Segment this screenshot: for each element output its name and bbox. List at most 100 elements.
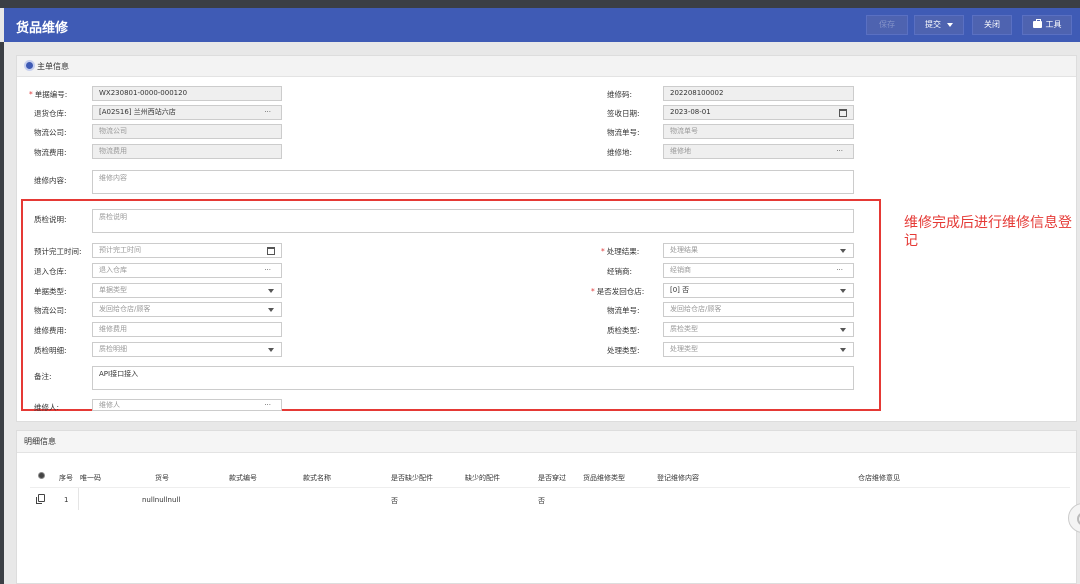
logistics-no2-field[interactable]: 发回给仓店/顾客 (663, 302, 854, 317)
tools-button[interactable]: 工具 (1022, 15, 1072, 35)
repair-content-field[interactable]: 维修内容 (92, 170, 854, 194)
logistics-company2-label: 物流公司: (34, 306, 67, 315)
dealer-field[interactable]: 经销商 ··· (663, 263, 854, 278)
tools-label: 工具 (1045, 20, 1062, 29)
process-result-select[interactable]: 处理结果 (663, 243, 854, 258)
row-worn[interactable]: 否 (538, 496, 545, 506)
col-worn: 是否穿过 (538, 474, 566, 482)
row-missing-parts[interactable]: 否 (391, 496, 398, 506)
receive-date-label: 签收日期: (607, 109, 640, 118)
qc-type-select[interactable]: 质检类型 (663, 322, 854, 337)
chevron-down-icon (840, 348, 846, 352)
logistics-no2-label: 物流单号: (607, 306, 640, 315)
col-store-opinion: 仓店维修意见 (858, 474, 900, 482)
doc-no-field[interactable]: WX230801-0000-000120 (92, 86, 282, 101)
receive-date-field[interactable]: 2023-08-01 (663, 105, 854, 120)
repair-fee-field[interactable]: 维修费用 (92, 322, 282, 337)
qc-detail-label: 质检明细: (34, 346, 67, 355)
chevron-down-icon (840, 328, 846, 332)
remark-label: 备注: (34, 372, 52, 381)
logistics-company-field[interactable]: 物流公司 (92, 124, 282, 139)
repair-content-label: 维修内容: (34, 176, 67, 185)
calendar-icon[interactable] (267, 247, 275, 255)
copy-icon[interactable] (36, 494, 45, 504)
col-style-name: 款式名称 (303, 474, 331, 482)
table-cell-divider (78, 488, 79, 510)
remark-field[interactable]: API接口接入 (92, 366, 854, 390)
chevron-down-icon (840, 249, 846, 253)
logistics-no-field[interactable]: 物流单号 (663, 124, 854, 139)
detail-header: 明细信息 (17, 431, 1076, 453)
process-type-label: 处理类型: (607, 346, 640, 355)
repair-code-field[interactable]: 202208100002 (663, 86, 854, 101)
repairer-label: 维修人: (34, 403, 60, 412)
page-header: 货品维修 保存 提交 关闭 工具 (4, 8, 1080, 42)
left-edge-bar (0, 42, 4, 584)
col-missing-part-name: 缺少的配件 (465, 474, 500, 482)
close-button[interactable]: 关闭 (972, 15, 1012, 35)
doc-type-select[interactable]: 单据类型 (92, 283, 282, 298)
repair-place-field[interactable]: 维修地 ··· (663, 144, 854, 159)
chevron-down-icon (268, 308, 274, 312)
qc-detail-select[interactable]: 质检明细 (92, 342, 282, 357)
annotation-text: 维修完成后进行维修信息登记 (904, 215, 1072, 249)
doc-type-label: 单据类型: (34, 287, 67, 296)
in-warehouse-label: 退入仓库: (34, 267, 67, 276)
row-item-no[interactable]: nullnullnull (142, 496, 180, 504)
table-divider (30, 487, 1070, 488)
more-icon[interactable]: ··· (264, 106, 271, 119)
detail-panel: 明细信息 (16, 430, 1077, 584)
more-icon[interactable]: ··· (264, 264, 271, 277)
window-top-bar (0, 0, 1080, 8)
col-code: 唯一码 (80, 474, 101, 482)
column-settings-icon[interactable] (38, 472, 45, 479)
send-back-select[interactable]: [0] 否 (663, 283, 854, 298)
est-finish-field[interactable]: 预计完工时间 (92, 243, 282, 258)
dealer-label: 经销商: (607, 267, 633, 276)
main-info-title: 主单信息 (37, 62, 69, 71)
chevron-down-icon (947, 22, 953, 27)
repair-place-label: 维修地: (607, 148, 633, 157)
est-finish-label: 预计完工时间: (34, 247, 82, 256)
submit-button[interactable]: 提交 (914, 15, 964, 35)
repair-fee-label: 维修费用: (34, 326, 67, 335)
logistics-company-label: 物流公司: (34, 128, 67, 137)
col-repair-content: 登记维修内容 (657, 474, 699, 482)
chevron-down-icon (840, 289, 846, 293)
calendar-icon[interactable] (839, 109, 847, 117)
col-item-no: 货号 (155, 474, 169, 482)
col-missing-parts: 是否缺少配件 (391, 474, 433, 482)
main-info-header: 主单信息 (17, 56, 1076, 77)
save-label: 保存 (879, 20, 895, 29)
logistics-fee-field[interactable]: 物流费用 (92, 144, 282, 159)
col-style-no: 款式编号 (229, 474, 257, 482)
detail-title: 明细信息 (24, 437, 56, 446)
logistics-fee-label: 物流费用: (34, 148, 67, 157)
briefcase-icon (1032, 19, 1042, 28)
return-warehouse-field[interactable]: [A02S16] 兰州西站六店 ··· (92, 105, 282, 120)
qc-desc-label: 质检说明: (34, 215, 67, 224)
send-back-label: * 是否发回仓店: (591, 287, 645, 296)
save-button[interactable]: 保存 (866, 15, 908, 35)
col-repair-type: 货品维修类型 (583, 474, 625, 482)
qc-type-label: 质检类型: (607, 326, 640, 335)
process-type-select[interactable]: 处理类型 (663, 342, 854, 357)
in-warehouse-field[interactable]: 退入仓库 ··· (92, 263, 282, 278)
chevron-down-icon (268, 348, 274, 352)
return-warehouse-label: 退货仓库: (34, 109, 67, 118)
more-icon[interactable]: ··· (836, 145, 843, 158)
col-index: 序号 (59, 474, 73, 482)
repair-code-label: 维修码: (607, 90, 633, 99)
close-label: 关闭 (984, 20, 1000, 29)
more-icon[interactable]: ··· (836, 264, 843, 277)
qc-desc-field[interactable]: 质检说明 (92, 209, 854, 233)
process-result-label: * 处理结果: (601, 247, 640, 256)
row-index: 1 (64, 496, 69, 504)
logistics-company2-select[interactable]: 发回给仓店/顾客 (92, 302, 282, 317)
repairer-field[interactable]: 维修人 ··· (92, 399, 282, 411)
chevron-down-icon (268, 289, 274, 293)
page-title: 货品维修 (16, 21, 69, 36)
more-icon[interactable]: ··· (264, 400, 271, 410)
submit-label: 提交 (925, 20, 941, 29)
gear-icon (24, 60, 35, 71)
